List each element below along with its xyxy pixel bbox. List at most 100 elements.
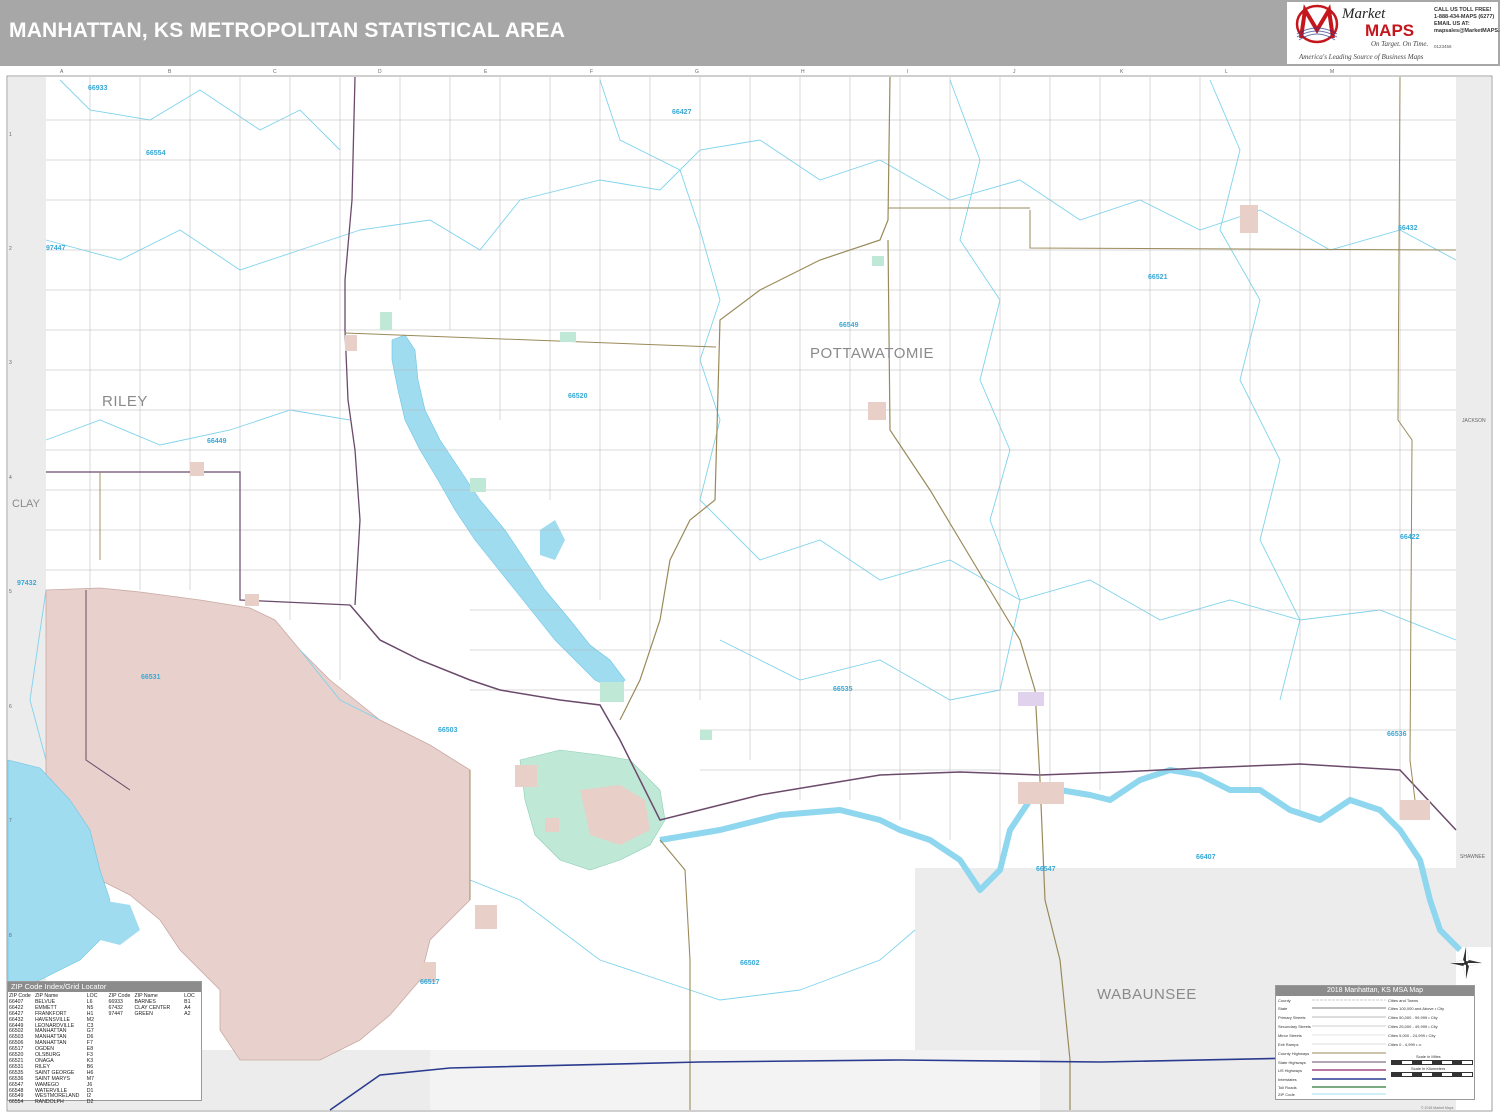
contact-line: EMAIL US AT:: [1434, 21, 1470, 27]
city-tier: Cities 5,000 - 24,999: [1388, 1033, 1425, 1038]
legend-item: ZIP Code: [1278, 1092, 1295, 1097]
scale-bar-miles: [1391, 1060, 1473, 1065]
city-tier: Cities 100,000 and Above: [1388, 1006, 1434, 1011]
map-title: MANHATTAN, KS METROPOLITAN STATISTICAL A…: [9, 19, 566, 42]
logo-tagline: On Target. On Time.: [1371, 40, 1429, 48]
legend-item: Minor Streets: [1278, 1033, 1302, 1038]
legend-item: Toll Roads: [1278, 1085, 1297, 1090]
grid-col-label: C: [273, 69, 277, 75]
zip-label: 66449: [207, 438, 227, 445]
legend-city-item: Cities 50,000 - 99,999 • City: [1388, 1015, 1438, 1020]
grid-row-label: 4: [9, 475, 12, 481]
grid-col-label: A: [60, 69, 64, 75]
logo-subtitle: America's Leading Source of Business Map…: [1299, 53, 1424, 61]
legend-city-item: Cities 25,000 - 49,999 • City: [1388, 1024, 1438, 1029]
grid-row-label: 2: [9, 246, 12, 252]
legend-item: Exit Ramps: [1278, 1042, 1299, 1047]
zip-label: 66933: [88, 85, 108, 92]
grid-col-label: K: [1120, 69, 1124, 75]
grid-row-label: 1: [9, 132, 12, 138]
grid-row-label: 7: [9, 818, 12, 824]
logo-brand-maps: MAPS: [1365, 21, 1415, 40]
grid-col-label: L: [1225, 69, 1228, 75]
table-row: 66554 RANDOLPH D2: [8, 1099, 201, 1106]
scale-miles-label: Scale in Miles: [1416, 1054, 1441, 1059]
legend-item: County Highways: [1278, 1051, 1310, 1056]
zip-label: 66531: [141, 674, 161, 681]
contact-line: CALL US TOLL FREE!: [1434, 7, 1492, 13]
city-mark: • ••: [1416, 1042, 1422, 1047]
city-mark: • City: [1428, 1015, 1438, 1020]
city-tier: Cities 25,000 - 49,999: [1388, 1024, 1428, 1029]
grid-row-label: 3: [9, 360, 12, 366]
zip-index-title: ZIP Code Index/Grid Locator: [8, 982, 201, 992]
jackson-county-area: [1456, 77, 1491, 947]
zip-label: 66521: [1148, 274, 1168, 281]
map-legend: 2018 Manhattan, KS MSA Map County State …: [1275, 985, 1475, 1100]
legend-item: Primary Streets: [1278, 1015, 1306, 1020]
grid-col-label: F: [590, 69, 594, 75]
zip-label: 66520: [568, 393, 588, 400]
zip-loc: D2: [86, 1099, 94, 1106]
zip-label: 66427: [672, 109, 692, 116]
market-maps-logo[interactable]: Market MAPS On Target. On Time. America'…: [1287, 2, 1500, 64]
logo-code: 0123456: [1434, 44, 1452, 49]
legend-item: County: [1278, 998, 1291, 1003]
grid-col-label: M: [1330, 69, 1335, 75]
grid-row-label: 8: [9, 933, 12, 939]
grid-col-label: G: [695, 69, 699, 75]
zip-name: RANDOLPH: [34, 1099, 64, 1106]
city-mark: • City: [1426, 1033, 1436, 1038]
zip-label: 97432: [17, 580, 37, 587]
zip-label: 66517: [420, 979, 440, 986]
legend-item: State Highways: [1278, 1060, 1306, 1065]
zip-label: 66554: [146, 150, 166, 157]
grid-col-label: I: [907, 69, 909, 75]
city-mark: • City: [1428, 1024, 1438, 1029]
legend-item: State: [1278, 1006, 1288, 1011]
zip-label: 66536: [1387, 731, 1407, 738]
map-canvas[interactable]: [0, 66, 1500, 1115]
county-label-pottawatomie: POTTAWATOMIE: [810, 345, 935, 362]
county-label-shawnee: SHAWNEE: [1460, 854, 1486, 860]
grid-row-label: 6: [9, 704, 12, 710]
grid-row-label: 5: [9, 589, 12, 595]
header-bar: MANHATTAN, KS METROPOLITAN STATISTICAL A…: [0, 0, 1500, 66]
south-outside-area: [430, 1050, 1040, 1110]
county-label-jackson: JACKSON: [1462, 418, 1486, 424]
grid-col-label: E: [484, 69, 488, 75]
legend-title: 2018 Manhattan, KS MSA Map: [1276, 986, 1474, 996]
county-label-wabaunsee: WABAUNSEE: [1097, 986, 1197, 1003]
zip-label: 66547: [1036, 866, 1056, 873]
legend-item: US Highways: [1278, 1068, 1303, 1073]
grid-col-label: D: [378, 69, 382, 75]
contact-line[interactable]: mapsales@MarketMAPS.com: [1434, 28, 1500, 35]
legend-cities-header: Cities and Towns: [1388, 998, 1419, 1003]
zip-label: 97447: [46, 245, 66, 252]
legend-item: Secondary Streets: [1278, 1024, 1311, 1029]
grid-col-label: B: [168, 69, 172, 75]
grid-col-label: J: [1013, 69, 1016, 75]
scale-bar-km: [1391, 1072, 1473, 1077]
zip-label: 66503: [438, 727, 458, 734]
grid-col-label: H: [801, 69, 805, 75]
county-label-clay: CLAY: [12, 498, 40, 510]
scale-km-label: Scale in Kilometers: [1411, 1066, 1446, 1071]
contact-line: 1-888-434-MAPS (6277): [1434, 14, 1495, 20]
legend-city-item: Cities 0 - 4,999 • ••: [1388, 1042, 1421, 1047]
zip-code: 66554: [9, 1099, 24, 1106]
legend-city-item: Cities 5,000 - 24,999 • City: [1388, 1033, 1435, 1038]
logo-contact-info: CALL US TOLL FREE! 1-888-434-MAPS (6277)…: [1434, 7, 1500, 35]
legend-line-samples: [1312, 999, 1386, 1095]
zip-label: 66535: [833, 686, 853, 693]
county-label-riley: RILEY: [102, 393, 148, 410]
legend-city-item: Cities 100,000 and Above • City: [1388, 1006, 1444, 1011]
market-maps-m-icon: [1295, 4, 1339, 44]
city-tier: Cities 0 - 4,999: [1388, 1042, 1415, 1047]
zip-label: 66549: [839, 322, 859, 329]
legend-item: Interstates: [1278, 1077, 1297, 1082]
city-tier: Cities 50,000 - 99,999: [1388, 1015, 1428, 1020]
copyright-text: © 2018 Market Maps: [1421, 1106, 1454, 1110]
zip-index-table: ZIP Code ZIP Name LOC ZIP Code ZIP Name …: [8, 993, 201, 1106]
zip-label: 66502: [740, 960, 760, 967]
